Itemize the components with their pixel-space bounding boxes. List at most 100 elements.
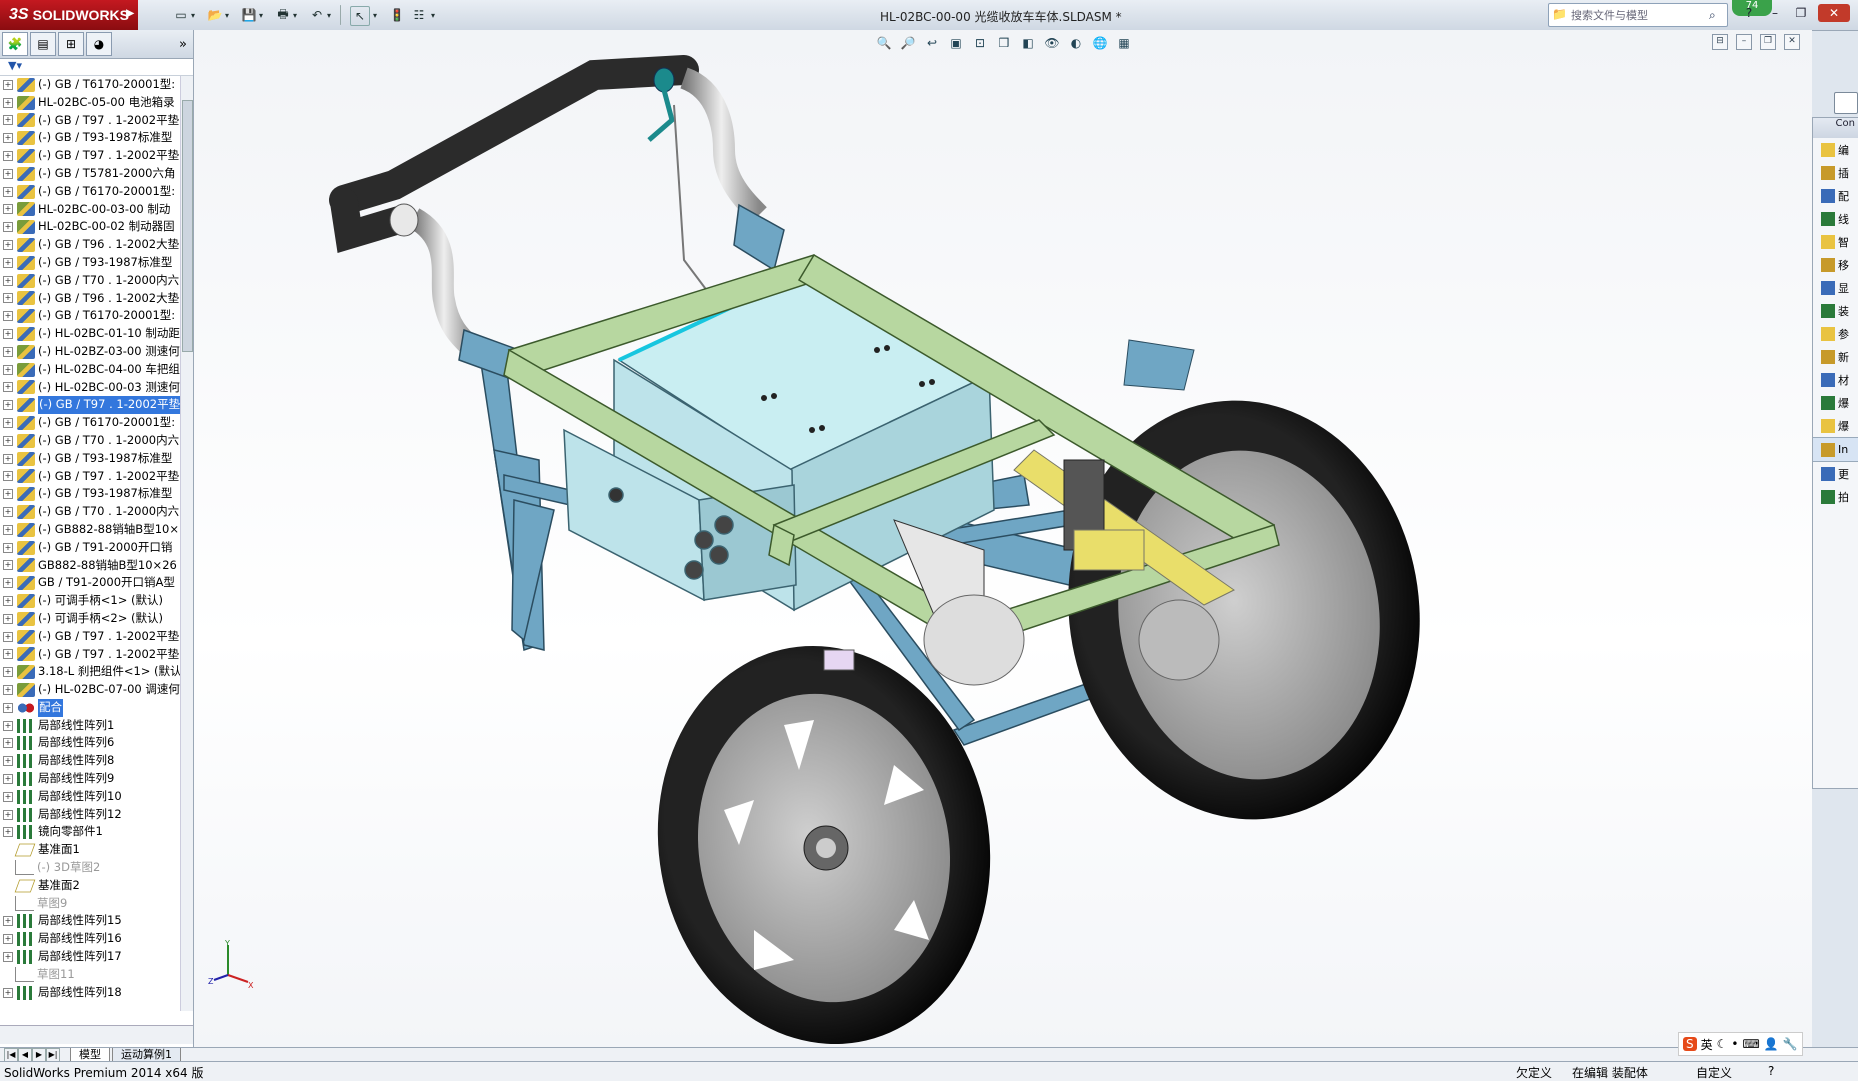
tree-item[interactable]: + (-) GB / T97 . 1-2002平垫: [0, 646, 180, 664]
tree-item[interactable]: 基准面2: [0, 877, 180, 895]
expand-plus-icon[interactable]: +: [3, 471, 13, 482]
dropdown-arrow-icon[interactable]: ▾: [370, 6, 380, 24]
expand-plus-icon[interactable]: +: [3, 97, 13, 108]
expand-plus-icon[interactable]: +: [3, 560, 13, 571]
task-pane-item[interactable]: In: [1813, 437, 1858, 462]
tree-item[interactable]: + 配合: [0, 698, 180, 717]
expand-plus-icon[interactable]: +: [3, 613, 13, 624]
rebuild-traffic-light-icon[interactable]: 🚦: [388, 6, 406, 24]
tree-item[interactable]: + (-) GB / T96 . 1-2002大垫: [0, 290, 180, 308]
tree-item[interactable]: + (-) GB / T70 . 1-2000内六: [0, 503, 180, 521]
tree-item[interactable]: + (-) GB / T97 . 1-2002平垫: [0, 112, 180, 130]
filter-row[interactable]: ▼▾: [0, 59, 193, 76]
tree-item[interactable]: + GB / T91-2000开口销A型: [0, 574, 180, 592]
expand-plus-icon[interactable]: +: [3, 702, 13, 713]
expand-plus-icon[interactable]: +: [3, 827, 13, 838]
task-pane-item[interactable]: 爆: [1813, 391, 1858, 414]
expand-plus-icon[interactable]: +: [3, 115, 13, 126]
expand-plus-icon[interactable]: +: [3, 631, 13, 642]
expand-plus-icon[interactable]: +: [3, 916, 13, 927]
units-custom[interactable]: 自定义: [1696, 1064, 1732, 1081]
task-pane-item[interactable]: 参: [1813, 322, 1858, 345]
tree-item[interactable]: + (-) GB / T6170-20001型:: [0, 76, 180, 94]
tree-item[interactable]: + (-) GB / T70 . 1-2000内六: [0, 432, 180, 450]
dropdown-arrow-icon[interactable]: ▾: [188, 6, 198, 24]
tree-item[interactable]: + 局部线性阵列9: [0, 770, 180, 788]
expand-chevron-icon[interactable]: »: [179, 37, 187, 52]
tree-item[interactable]: + (-) GB / T97 . 1-2002平垫: [0, 147, 180, 165]
tree-item[interactable]: + 局部线性阵列8: [0, 752, 180, 770]
search-box[interactable]: 📁 搜索文件与模型 ⌕: [1548, 3, 1728, 27]
dropdown-arrow-icon[interactable]: ▾: [256, 6, 266, 24]
expand-plus-icon[interactable]: +: [3, 204, 13, 215]
expand-plus-icon[interactable]: +: [3, 382, 13, 393]
tree-item[interactable]: + (-) GB / T91-2000开口销: [0, 539, 180, 557]
tree-item[interactable]: + (-) GB / T93-1987标准型: [0, 485, 180, 503]
tree-item[interactable]: + (-) HL-02BC-01-10 制动距: [0, 325, 180, 343]
wrench-icon[interactable]: 🔧: [1783, 1037, 1798, 1051]
tab-motion-study[interactable]: 运动算例1: [112, 1048, 181, 1062]
graphics-area[interactable]: 🔍 🔎 ↩ ▣ ⊡ ❒ ◧ 👁 ◐ 🌐 ▦ ⊟ – ❐ ✕ Y X Z: [194, 30, 1812, 1047]
task-pane-item[interactable]: 材: [1813, 368, 1858, 391]
minimize-icon[interactable]: –: [1766, 4, 1784, 22]
tree-item[interactable]: + (-) GB / T70 . 1-2000内六: [0, 272, 180, 290]
expand-plus-icon[interactable]: +: [3, 951, 13, 962]
tree-item[interactable]: + (-) GB / T93-1987标准型: [0, 254, 180, 272]
tree-item[interactable]: + 局部线性阵列10: [0, 788, 180, 806]
task-pane-item[interactable]: 爆: [1813, 414, 1858, 437]
task-pane-item[interactable]: 移: [1813, 253, 1858, 276]
expand-plus-icon[interactable]: +: [3, 596, 13, 606]
expand-plus-icon[interactable]: +: [3, 400, 13, 411]
tree-item[interactable]: + (-) HL-02BC-04-00 车把组: [0, 361, 180, 379]
scroll-thumb[interactable]: [182, 100, 193, 352]
task-pane-item[interactable]: 智: [1813, 230, 1858, 253]
task-pane-item[interactable]: 插: [1813, 161, 1858, 184]
tree-item[interactable]: + (-) HL-02BZ-03-00 测速何: [0, 343, 180, 361]
tree-item[interactable]: 草图11: [0, 966, 180, 984]
sogou-ime-icon[interactable]: S: [1683, 1037, 1697, 1051]
tree-item[interactable]: 基准面1: [0, 841, 180, 859]
tree-scrollbar[interactable]: [180, 76, 193, 1011]
task-pane-item[interactable]: 编: [1813, 138, 1858, 161]
expand-plus-icon[interactable]: +: [3, 293, 13, 304]
filter-icon[interactable]: ▼▾: [8, 59, 22, 72]
moon-icon[interactable]: ☾: [1717, 1037, 1728, 1051]
expand-plus-icon[interactable]: +: [3, 756, 13, 767]
tree-item[interactable]: + GB882-88销轴B型10×26: [0, 557, 180, 575]
expand-plus-icon[interactable]: +: [3, 489, 13, 500]
task-pane-item[interactable]: 显: [1813, 276, 1858, 299]
task-pane-toggle-icon[interactable]: [1834, 92, 1858, 114]
expand-plus-icon[interactable]: +: [3, 222, 13, 233]
expand-plus-icon[interactable]: +: [3, 578, 13, 589]
task-pane-item[interactable]: 新: [1813, 345, 1858, 368]
expand-plus-icon[interactable]: +: [3, 791, 13, 802]
expand-plus-icon[interactable]: +: [3, 524, 13, 535]
select-pointer-icon[interactable]: ↖: [350, 6, 370, 26]
tree-item[interactable]: + (-) GB / T6170-20001型:: [0, 183, 180, 201]
tree-item[interactable]: + HL-02BC-00-02 制动器固: [0, 218, 180, 236]
task-pane-item[interactable]: 更: [1813, 462, 1858, 485]
dropdown-arrow-icon[interactable]: ▾: [290, 6, 300, 24]
task-pane-item[interactable]: 装: [1813, 299, 1858, 322]
tree-item[interactable]: + (-) HL-02BC-07-00 调速何: [0, 681, 180, 699]
tree-item[interactable]: + 局部线性阵列16: [0, 930, 180, 948]
expand-plus-icon[interactable]: +: [3, 257, 13, 268]
dropdown-arrow-icon[interactable]: ▾: [222, 6, 232, 24]
tree-item[interactable]: + 局部线性阵列12: [0, 806, 180, 824]
tree-item[interactable]: +3.18-L 刹把组件<1> (默认: [0, 663, 180, 681]
tree-item[interactable]: + 局部线性阵列6: [0, 734, 180, 752]
tree-item[interactable]: (-) 3D草图2: [0, 859, 180, 877]
expand-plus-icon[interactable]: +: [3, 738, 13, 749]
tree-item[interactable]: 草图9: [0, 895, 180, 913]
expand-plus-icon[interactable]: +: [3, 720, 13, 731]
tree-item[interactable]: + (-) GB / T5781-2000六角: [0, 165, 180, 183]
expand-plus-icon[interactable]: +: [3, 364, 13, 375]
dropdown-arrow-icon[interactable]: ▾: [428, 6, 438, 24]
expand-plus-icon[interactable]: +: [3, 168, 13, 179]
tree-item[interactable]: + 镜向零部件1: [0, 823, 180, 841]
tree-item[interactable]: + HL-02BC-05-00 电池箱录: [0, 94, 180, 112]
tree-item[interactable]: + (-) GB / T96 . 1-2002大垫: [0, 236, 180, 254]
help-status-icon[interactable]: ?: [1768, 1064, 1774, 1078]
search-input[interactable]: 搜索文件与模型: [1571, 7, 1709, 23]
tree-item[interactable]: + (-) 可调手柄<2> (默认): [0, 610, 180, 628]
